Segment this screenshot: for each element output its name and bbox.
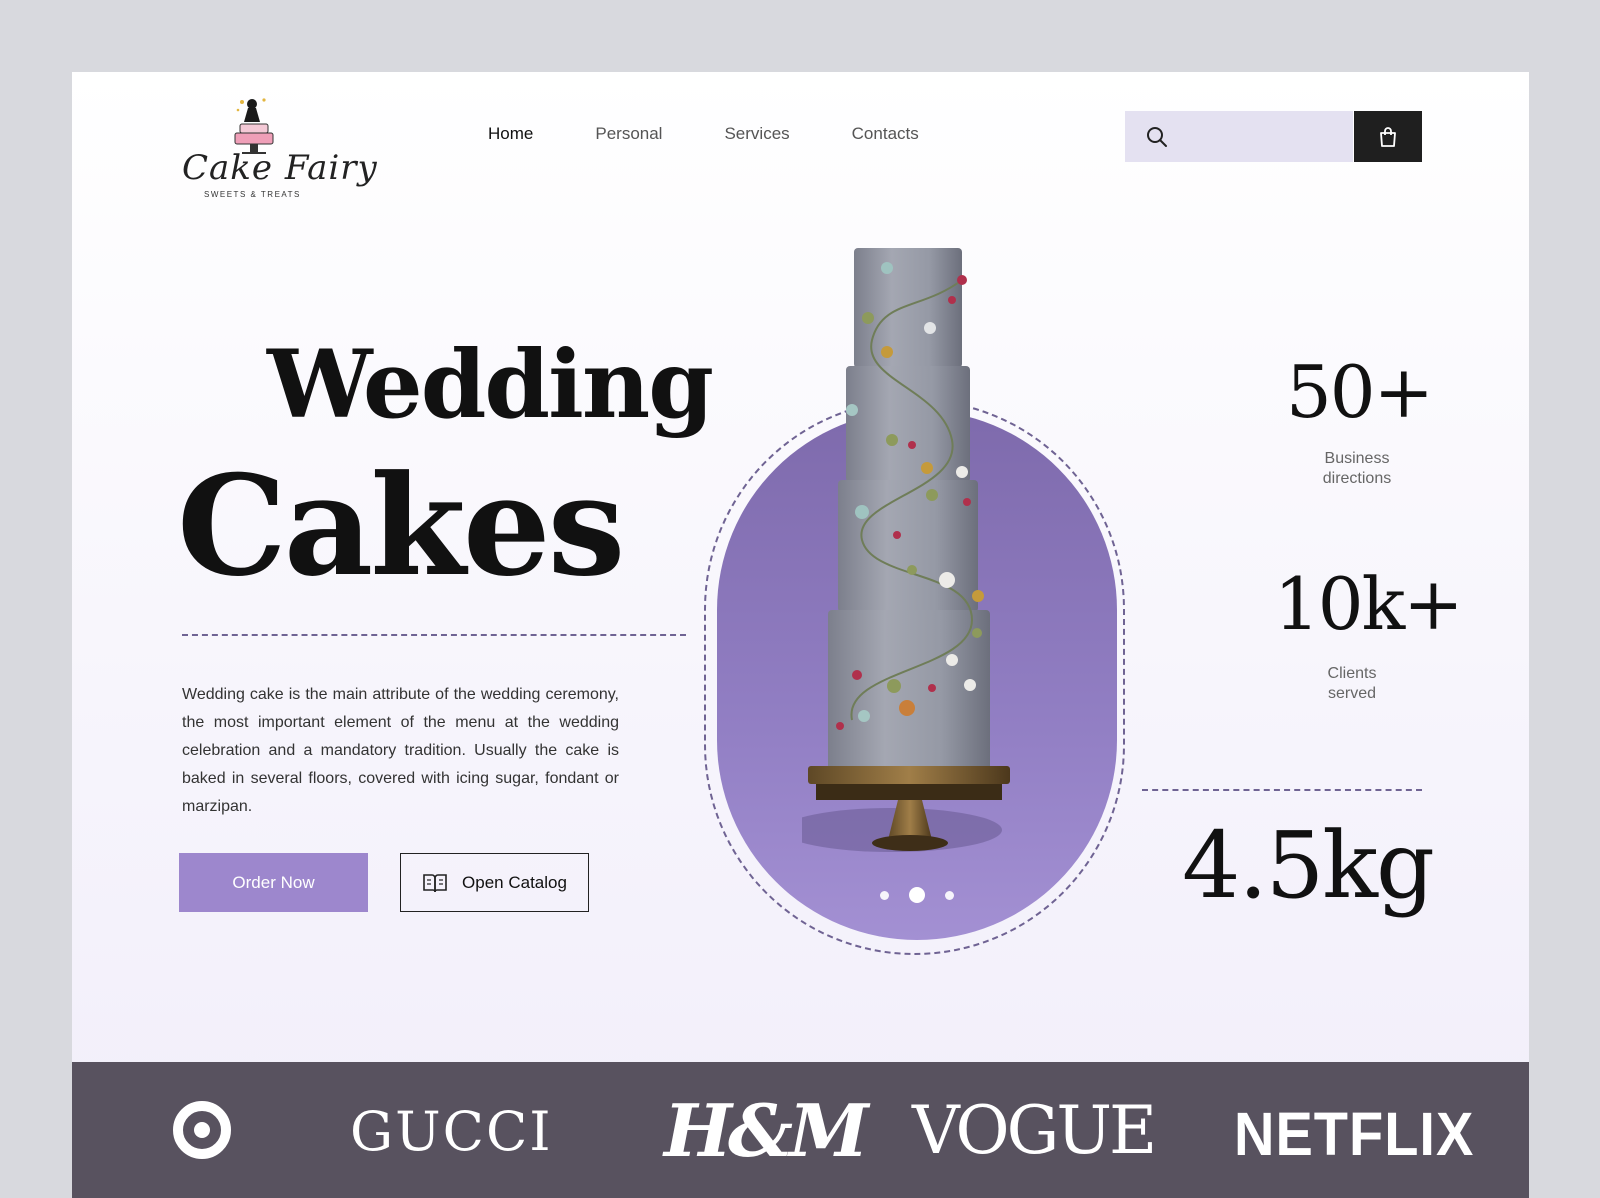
open-catalog-label: Open Catalog bbox=[462, 872, 567, 892]
cake-fairy-icon bbox=[234, 98, 274, 154]
stat-clients-label-line2: served bbox=[1327, 685, 1377, 702]
stat-business-label-line2: directions bbox=[1322, 470, 1392, 487]
hero-title-line1: Wedding bbox=[267, 330, 714, 440]
search-input[interactable] bbox=[1179, 128, 1349, 145]
netflix-logo: NETFLIX bbox=[1234, 1099, 1475, 1169]
stat-clients-label-line1: Clients bbox=[1327, 665, 1377, 682]
nav-item-contacts[interactable]: Contacts bbox=[852, 124, 919, 144]
divider-right bbox=[1142, 789, 1422, 791]
shopping-bag-icon bbox=[1380, 126, 1396, 147]
hero-description: Wedding cake is the main attribute of th… bbox=[182, 686, 619, 815]
slider-dot-3[interactable] bbox=[945, 890, 954, 900]
order-now-button[interactable]: Order Now bbox=[179, 853, 368, 912]
logo-tagline: SWEETS & TREATS bbox=[204, 190, 301, 199]
landing-page: Cake Fairy SWEETS & TREATS Home Personal… bbox=[72, 72, 1529, 1198]
hm-logo: H&M bbox=[664, 1088, 869, 1173]
nav-item-home[interactable]: Home bbox=[488, 124, 533, 144]
open-catalog-button[interactable]: Open Catalog bbox=[400, 853, 589, 912]
stat-business-label: Business directions bbox=[1297, 449, 1417, 489]
search-bar[interactable] bbox=[1125, 111, 1353, 162]
nav-item-personal[interactable]: Personal bbox=[595, 124, 662, 144]
logo-script-text: Cake Fairy bbox=[182, 148, 378, 188]
slider-dots bbox=[880, 887, 954, 903]
gucci-logo: GUCCI bbox=[350, 1100, 553, 1163]
stat-weight-value: 4.5kg bbox=[1182, 812, 1435, 919]
target-logo-icon bbox=[172, 1100, 232, 1165]
stat-business-label-line1: Business bbox=[1324, 450, 1390, 467]
search-icon[interactable] bbox=[1145, 125, 1169, 149]
stat-clients-value: 10k+ bbox=[1274, 562, 1464, 646]
stat-clients-label: Clients served bbox=[1292, 664, 1412, 704]
hero-title-line2: Cakes bbox=[177, 444, 625, 607]
cake-fairy-logo[interactable]: Cake Fairy SWEETS & TREATS bbox=[182, 96, 377, 206]
nav-item-services[interactable]: Services bbox=[724, 124, 789, 144]
divider-left bbox=[182, 634, 686, 636]
partner-logos-bar: GUCCI H&M VOGUE NETFLIX bbox=[72, 1062, 1529, 1198]
stat-business-value: 50+ bbox=[1286, 350, 1434, 434]
wedding-cake-image bbox=[802, 248, 1010, 852]
cart-button[interactable] bbox=[1354, 111, 1422, 162]
open-book-icon bbox=[423, 873, 447, 892]
main-nav: Home Personal Services Contacts bbox=[488, 124, 981, 144]
slider-dot-1[interactable] bbox=[880, 890, 889, 900]
vogue-logo: VOGUE bbox=[912, 1092, 1157, 1169]
slider-dot-2[interactable] bbox=[909, 887, 925, 903]
